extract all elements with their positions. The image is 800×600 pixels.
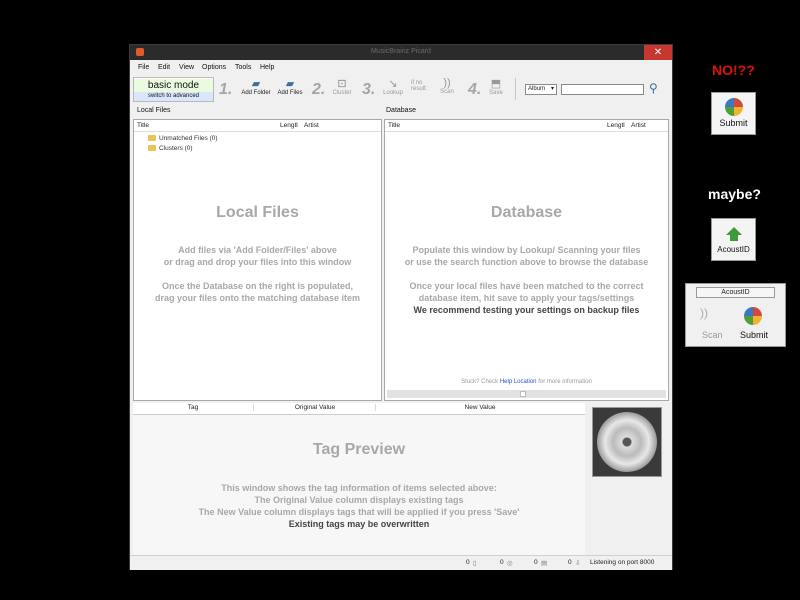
acoustid-toolbar-group: AcoustID )) Scan Submit	[685, 283, 786, 347]
acoustid-group-header: AcoustID	[696, 287, 775, 298]
chevron-down-icon: ▾	[550, 86, 554, 92]
close-button[interactable]: ✕	[644, 45, 672, 60]
step-3-label: 3.	[362, 81, 376, 98]
save-icon: ⬒	[490, 78, 502, 90]
pending-files-icon: ▤	[541, 560, 548, 567]
col-title[interactable]: Title	[137, 122, 149, 129]
listening-status: Listening on port 8000	[590, 559, 655, 566]
group-scan-button[interactable]: Scan	[702, 330, 723, 340]
status-pending-count: 0	[534, 559, 538, 566]
cluster-button[interactable]: ⊡ Cluster	[329, 77, 355, 96]
col-artist[interactable]: Artist	[304, 122, 319, 129]
annotation-no: NO!??	[712, 62, 755, 78]
status-files-count: 0	[466, 559, 470, 566]
col-title[interactable]: Title	[388, 122, 400, 129]
local-files-pane[interactable]: Title Lengtl Artist Unmatched Files (0) …	[133, 119, 382, 401]
col-artist[interactable]: Artist	[631, 122, 646, 129]
mode-panel: basic mode switch to advanced	[133, 77, 214, 102]
step-1-label: 1.	[219, 81, 233, 98]
database-big-title: Database	[490, 204, 563, 221]
submit-button-example[interactable]: Submit	[711, 92, 756, 135]
title-bar[interactable]: MusicBrainz Picard ✕	[130, 45, 672, 60]
col-original-value[interactable]: Original Value	[253, 404, 376, 411]
save-button[interactable]: ⬒ Save	[485, 77, 507, 96]
scan-waves-icon: ))	[443, 77, 451, 89]
folder-open-icon: ▰	[251, 78, 261, 90]
scan-button[interactable]: )) Scan	[436, 77, 458, 95]
search-icon[interactable]: ⚲	[649, 81, 658, 95]
database-header: Database	[386, 107, 416, 114]
annotation-maybe: maybe?	[708, 186, 761, 202]
database-recommend: We recommend testing your settings on ba…	[413, 305, 640, 315]
window-title: MusicBrainz Picard	[371, 48, 431, 55]
menu-bar: File Edit View Options Tools Help	[130, 62, 672, 74]
col-tag[interactable]: Tag	[133, 404, 253, 411]
musicbrainz-brain-icon	[724, 98, 743, 116]
menu-help[interactable]: Help	[260, 64, 274, 71]
status-bar: 0 ▯ 0 ◎ 0 ▤ 0 ⇩ Listening on port 8000	[130, 555, 672, 570]
database-pane[interactable]: Title Lengtl Artist Database Populate th…	[384, 119, 669, 401]
local-files-help: Add files via 'Add Folder/Files' above o…	[154, 245, 361, 303]
add-files-icon: ▰	[285, 78, 295, 90]
toolbar-divider	[515, 78, 516, 100]
menu-options[interactable]: Options	[202, 64, 226, 71]
tag-preview-help: This window shows the tag information of…	[133, 482, 585, 530]
tree-item-clusters[interactable]: Clusters (0)	[148, 145, 193, 152]
step-4-label: 4.	[468, 81, 482, 98]
add-folder-button[interactable]: ▰ Add Folder	[238, 77, 274, 96]
cover-art[interactable]	[592, 407, 662, 477]
folder-icon	[148, 135, 156, 142]
acoustid-button-example[interactable]: AcoustID	[711, 218, 756, 261]
menu-file[interactable]: File	[138, 64, 149, 71]
menu-view[interactable]: View	[179, 64, 194, 71]
col-length[interactable]: Lengtl	[607, 122, 625, 129]
status-requests-count: 0	[568, 559, 572, 566]
group-submit-button[interactable]: Submit	[740, 330, 768, 340]
upload-arrow-icon	[725, 227, 742, 241]
menu-tools[interactable]: Tools	[235, 64, 251, 71]
folder-icon	[148, 145, 156, 152]
horizontal-scrollbar[interactable]	[387, 390, 666, 398]
stuck-note: Stuck? Check Help Location for more info…	[461, 379, 592, 385]
tag-preview-big-title: Tag Preview	[312, 441, 406, 458]
status-albums-count: 0	[500, 559, 504, 566]
col-new-value[interactable]: New Value	[375, 404, 584, 411]
tag-column-header: Tag Original Value New Value	[133, 403, 585, 415]
scrollbar-thumb[interactable]	[520, 391, 526, 397]
tag-preview-warning: Existing tags may be overwritten	[288, 519, 430, 529]
local-files-big-title: Local Files	[216, 204, 299, 221]
search-type-select[interactable]: Album ▾	[525, 84, 557, 95]
musicbrainz-brain-icon	[744, 307, 762, 325]
local-files-header: Local Files	[137, 107, 171, 114]
disc-icon: ◎	[507, 560, 513, 567]
cd-disc-icon	[597, 412, 657, 472]
scan-waves-icon: ))	[700, 306, 708, 320]
search-input[interactable]	[561, 84, 644, 95]
tree-item-unmatched[interactable]: Unmatched Files (0)	[148, 135, 218, 142]
help-location-link[interactable]: Help Location	[500, 379, 537, 385]
database-help: Populate this window by Lookup/ Scanning…	[385, 244, 668, 316]
tag-preview-pane[interactable]: Tag Original Value New Value Tag Preview…	[133, 403, 585, 555]
lookup-icon: ↘	[388, 78, 398, 90]
picard-window: MusicBrainz Picard ✕ File Edit View Opti…	[129, 44, 673, 570]
file-icon: ▯	[473, 560, 477, 567]
mode-title: basic mode	[134, 79, 213, 92]
download-icon: ⇩	[575, 560, 581, 567]
switch-to-advanced-button[interactable]: switch to advanced	[134, 92, 213, 101]
local-files-column-header: Title Lengtl Artist	[134, 120, 381, 132]
menu-edit[interactable]: Edit	[158, 64, 170, 71]
toolbar: basic mode switch to advanced 1. ▰ Add F…	[130, 75, 672, 105]
add-files-button[interactable]: ▰ Add Files	[275, 77, 305, 96]
step-2-label: 2.	[312, 81, 326, 98]
col-length[interactable]: Lengtl	[280, 122, 298, 129]
cluster-icon: ⊡	[337, 78, 347, 90]
lookup-button[interactable]: ↘ Lookup	[380, 77, 406, 96]
database-column-header: Title Lengtl Artist	[385, 120, 668, 132]
if-no-result-label: if no result:	[411, 80, 428, 92]
